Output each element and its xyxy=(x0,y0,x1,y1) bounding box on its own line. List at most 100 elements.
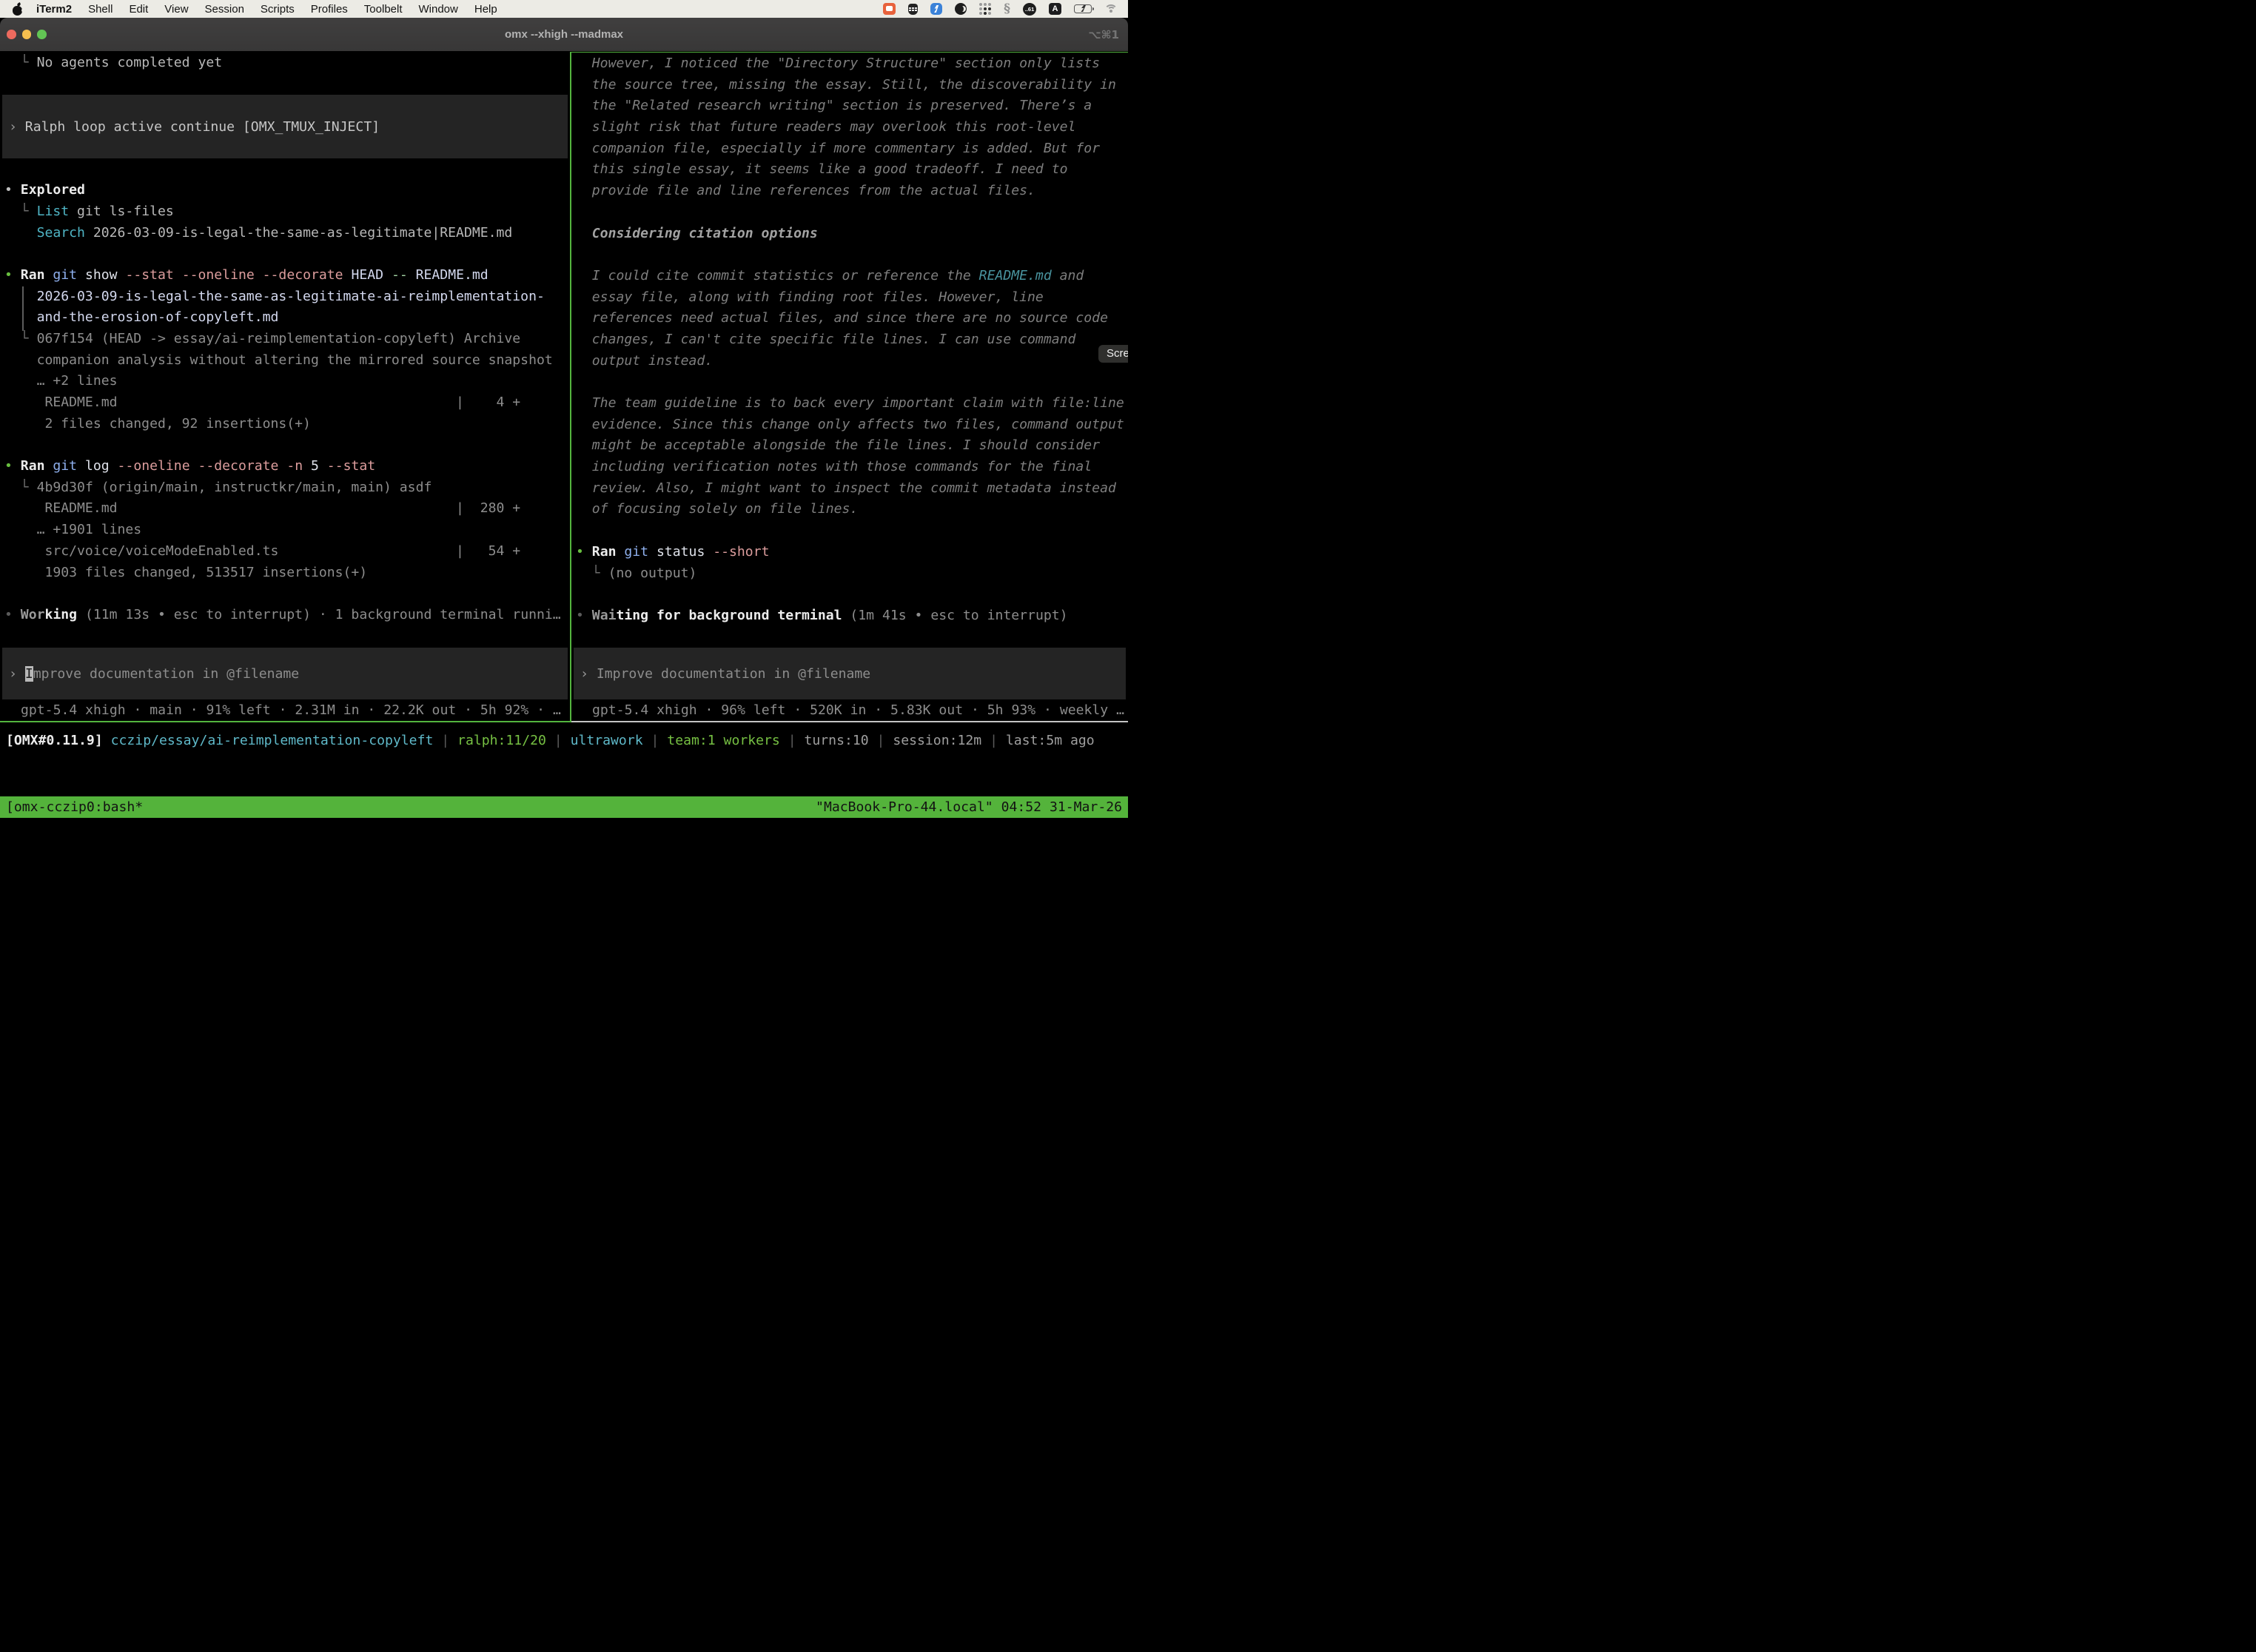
terminal-line: • Working (11m 13s • esc to interrupt) ·… xyxy=(4,605,570,626)
text-segment: However, I noticed the "Directory Struct… xyxy=(576,56,1100,71)
text-segment: No agents completed yet xyxy=(37,55,223,70)
text-segment: the "Related research writing" section i… xyxy=(576,98,1092,113)
left-input-box[interactable]: › Improve documentation in @filename xyxy=(2,648,568,699)
text-segment: git ls-files xyxy=(69,204,174,219)
terminal-line: review. Also, I might want to inspect th… xyxy=(576,478,1128,500)
text-segment: List xyxy=(37,204,70,219)
text-segment: (1m 41s • esc to interrupt) xyxy=(842,608,1068,623)
cursor-block: I xyxy=(25,666,33,682)
menu-item-scripts[interactable]: Scripts xyxy=(252,3,303,16)
text-segment: changes, I can't cite specific file line… xyxy=(576,332,1075,347)
text-segment: --stat --oneline --decorate xyxy=(125,267,351,283)
terminal-line: • Ran git log --oneline --decorate -n 5 … xyxy=(4,456,570,477)
text-segment: git xyxy=(624,544,648,560)
text-segment: evidence. Since this change only affects… xyxy=(576,417,1124,432)
prompt-gap xyxy=(588,666,597,682)
text-segment: references need actual files, and since … xyxy=(576,310,1108,326)
menu-item-session[interactable]: Session xyxy=(197,3,252,16)
terminal: └ No agents completed yet › Ralph loop a… xyxy=(0,52,1128,796)
left-pane[interactable]: └ No agents completed yet › Ralph loop a… xyxy=(0,52,570,721)
text-segment: turns:10 xyxy=(805,733,869,748)
terminal-line: 2 files changed, 92 insertions(+) xyxy=(4,414,570,435)
squiggle-icon[interactable]: § xyxy=(1004,1,1010,16)
menu-item-iterm2[interactable]: iTerm2 xyxy=(28,3,80,16)
screen-share-tooltip: Scre xyxy=(1098,345,1128,363)
terminal-line: • Waiting for background terminal (1m 41… xyxy=(576,605,1128,627)
terminal-line: slight risk that future readers may over… xyxy=(576,117,1128,138)
text-segment: 2026-03-09-is-legal-the-same-as-legitima… xyxy=(85,225,512,241)
text-segment: | xyxy=(869,733,893,748)
text-segment: king xyxy=(44,607,77,622)
terminal-line: src/voice/voiceModeEnabled.ts | 54 + xyxy=(4,541,570,563)
terminal-line: I could cite commit statistics or refere… xyxy=(576,266,1128,287)
apple-menu-icon[interactable] xyxy=(12,3,24,16)
prompt-gap xyxy=(17,666,25,682)
battery-icon[interactable] xyxy=(1074,4,1092,13)
text-segment: cczip/essay/ai-reimplementation-copyleft xyxy=(111,733,434,748)
text-segment: --stat xyxy=(327,458,375,474)
terminal-line: └ 4b9d30f (origin/main, instructkr/main,… xyxy=(4,477,570,499)
right-input-box[interactable]: › Improve documentation in @filename xyxy=(574,648,1126,699)
window-shortcut-badge: ⌥⌘1 xyxy=(1088,28,1119,41)
terminal-line: and-the-erosion-of-copyleft.md xyxy=(4,307,570,329)
text-segment: and xyxy=(1052,268,1084,283)
tree-connector-line xyxy=(22,286,24,331)
terminal-line: └ (no output) xyxy=(576,563,1128,585)
input-placeholder: mprove documentation in @filename xyxy=(33,666,299,682)
right-model-status: gpt-5.4 xhigh · 96% left · 520K in · 5.8… xyxy=(576,699,1128,721)
right-pane[interactable]: However, I noticed the "Directory Struct… xyxy=(571,52,1128,721)
prompt-icon: › xyxy=(580,666,588,682)
text-segment: 4b9d30f (origin/main, instructkr/main, m… xyxy=(37,480,432,495)
text-segment: essay file, along with finding root file… xyxy=(576,289,1044,305)
terminal-line: companion analysis without altering the … xyxy=(4,350,570,372)
text-segment: • xyxy=(576,608,592,623)
menu-item-view[interactable]: View xyxy=(156,3,196,16)
text-segment: 1903 files changed, 513517 insertions(+) xyxy=(4,565,367,580)
chat-bubble-icon[interactable] xyxy=(883,3,896,15)
menu-item-window[interactable]: Window xyxy=(411,3,466,16)
screen: iTerm2 Shell Edit View Session Scripts P… xyxy=(0,0,1128,826)
text-segment: (11m 13s • esc to interrupt) · 1 backgro… xyxy=(77,607,561,622)
battery-percent-badge-icon[interactable]: ..61 xyxy=(1023,3,1036,16)
injected-prompt-box: › Ralph loop active continue [OMX_TMUX_I… xyxy=(2,95,568,158)
text-segment: log xyxy=(77,458,117,474)
text-segment: git xyxy=(53,267,77,283)
text-segment: companion analysis without altering the … xyxy=(4,352,553,368)
terminal-line: • Explored xyxy=(4,180,570,201)
menu-item-toolbelt[interactable]: Toolbelt xyxy=(356,3,411,16)
terminal-line: output instead. xyxy=(576,351,1128,372)
terminal-line: of focusing solely on file lines. xyxy=(576,499,1128,520)
text-segment: 2026-03-09-is-legal-the-same-as-legitima… xyxy=(4,289,545,304)
menu-item-edit[interactable]: Edit xyxy=(121,3,156,16)
wifi-icon[interactable] xyxy=(1104,4,1118,14)
menu-item-help[interactable]: Help xyxy=(466,3,506,16)
text-segment: of focusing solely on file lines. xyxy=(576,501,858,517)
shield-grid-icon[interactable] xyxy=(908,4,918,15)
window-title: omx --xhigh --madmax xyxy=(0,28,1128,41)
text-segment: … +1901 lines xyxy=(4,522,141,537)
terminal-line: The team guideline is to back every impo… xyxy=(576,393,1128,414)
text-segment xyxy=(44,458,53,474)
text-segment: README.md | 280 + xyxy=(4,500,520,516)
menu-item-shell[interactable]: Shell xyxy=(80,3,121,16)
dots-grid-icon[interactable] xyxy=(979,3,991,15)
tmux-status-bar: [omx-cczip0:bash* "MacBook-Pro-44.local"… xyxy=(0,796,1128,818)
terminal-line: essay file, along with finding root file… xyxy=(576,287,1128,309)
title-bar: omx --xhigh --madmax ⌥⌘1 xyxy=(0,18,1128,52)
crescent-circle-icon[interactable] xyxy=(955,3,967,15)
terminal-line: … +2 lines xyxy=(4,371,570,392)
text-segment: Ran xyxy=(21,267,45,283)
text-segment: 5 xyxy=(311,458,327,474)
tmux-session-label: [omx-cczip0:bash* xyxy=(6,796,143,818)
text-segment: output instead. xyxy=(576,353,713,369)
pane-bottom-border xyxy=(0,721,1128,722)
injected-prompt-text: Ralph loop active continue [OMX_TMUX_INJ… xyxy=(25,119,380,135)
a-badge-icon[interactable]: A xyxy=(1049,3,1061,15)
terminal-line: README.md | 4 + xyxy=(4,392,570,414)
blue-lightning-icon[interactable] xyxy=(930,3,942,15)
text-segment: status xyxy=(648,544,713,560)
text-segment: └ xyxy=(4,204,37,219)
menu-item-profiles[interactable]: Profiles xyxy=(303,3,356,16)
terminal-line: might be acceptable alongside the file l… xyxy=(576,435,1128,457)
terminal-line: Considering citation options xyxy=(576,224,1128,245)
